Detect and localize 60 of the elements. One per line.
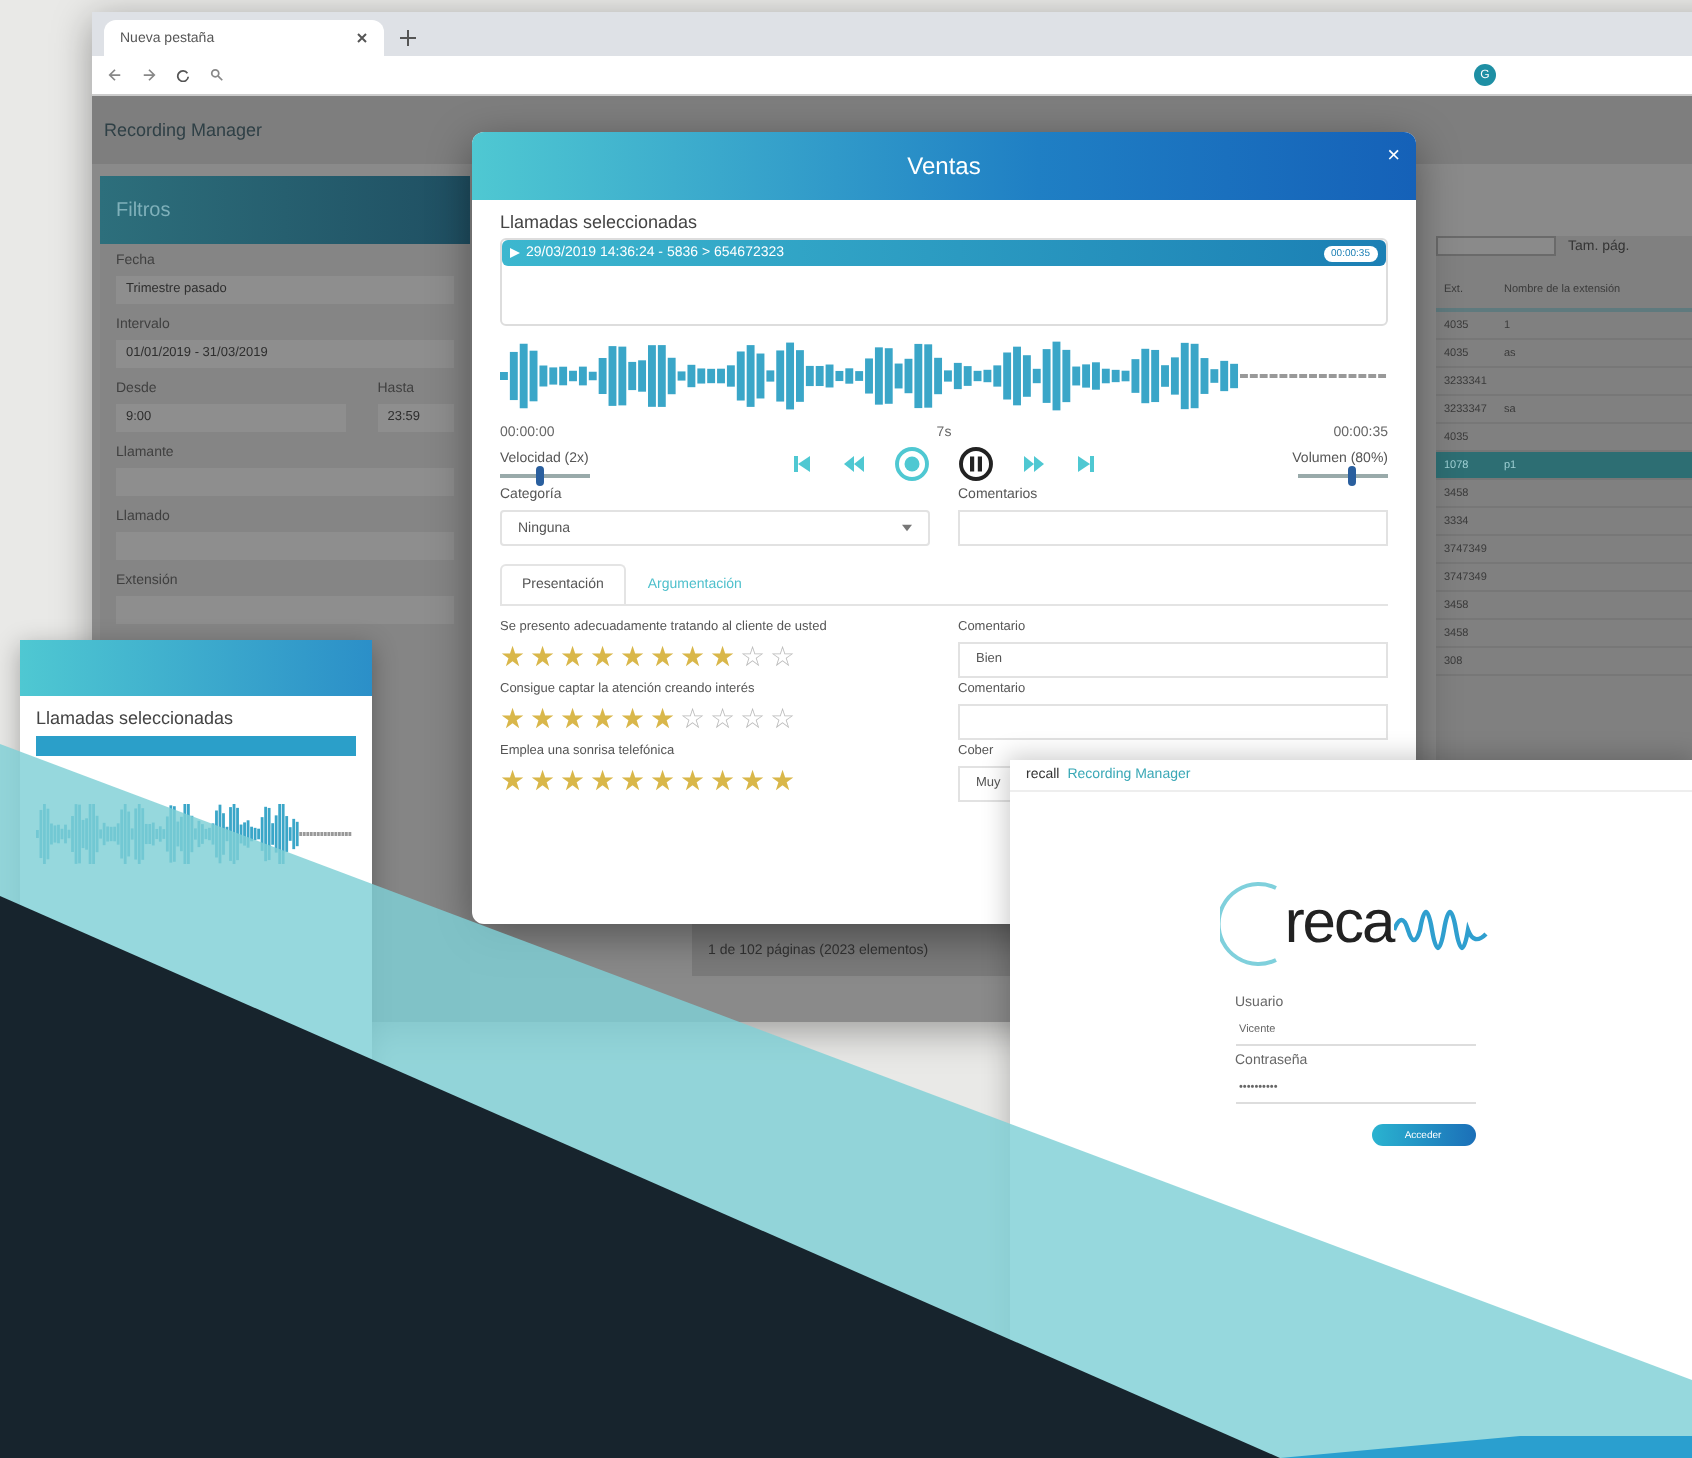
star-icon[interactable]: ★ bbox=[500, 704, 526, 732]
star-icon[interactable]: ★ bbox=[590, 704, 616, 732]
skip-back-icon[interactable] bbox=[790, 452, 814, 476]
slider-thumb[interactable] bbox=[1347, 465, 1356, 485]
star-icon[interactable]: ★ bbox=[650, 766, 676, 794]
star-icon[interactable]: ★ bbox=[710, 766, 736, 794]
close-button[interactable]: × bbox=[1387, 144, 1400, 168]
forward-icon[interactable] bbox=[142, 68, 156, 82]
plus-icon[interactable] bbox=[400, 30, 416, 46]
star-icon[interactable]: ☆ bbox=[740, 704, 766, 732]
star-icon[interactable]: ★ bbox=[590, 642, 616, 670]
star-icon[interactable]: ★ bbox=[710, 642, 736, 670]
star-icon[interactable]: ★ bbox=[560, 766, 586, 794]
star-icon[interactable]: ★ bbox=[620, 642, 646, 670]
comment-field[interactable] bbox=[958, 704, 1388, 740]
skip-forward-icon[interactable] bbox=[1074, 452, 1098, 476]
section-title: Llamadas seleccionadas bbox=[500, 212, 700, 232]
fast-forward-icon[interactable] bbox=[1022, 452, 1046, 476]
star-icon[interactable]: ★ bbox=[530, 766, 556, 794]
reload-icon[interactable] bbox=[176, 68, 190, 82]
search-field[interactable] bbox=[1436, 236, 1556, 256]
caret-icon bbox=[902, 524, 912, 532]
star-icon[interactable]: ★ bbox=[620, 766, 646, 794]
comments-field[interactable] bbox=[958, 510, 1388, 546]
star-icon[interactable]: ★ bbox=[500, 642, 526, 670]
filter-header: Filtros bbox=[100, 176, 470, 244]
star-icon[interactable]: ★ bbox=[560, 642, 586, 670]
search-icon bbox=[210, 68, 224, 82]
star-icon[interactable]: ★ bbox=[590, 766, 616, 794]
section-title: Llamadas seleccionadas bbox=[36, 708, 236, 728]
rewind-icon[interactable] bbox=[842, 452, 866, 476]
slider-thumb[interactable] bbox=[536, 465, 544, 485]
star-icon[interactable]: ★ bbox=[500, 766, 526, 794]
back-icon[interactable] bbox=[108, 68, 122, 82]
star-icon[interactable]: ☆ bbox=[770, 642, 796, 670]
star-icon[interactable]: ☆ bbox=[740, 642, 766, 670]
close-icon[interactable] bbox=[356, 32, 368, 44]
star-icon[interactable]: ★ bbox=[560, 704, 586, 732]
play-icon bbox=[510, 248, 520, 258]
star-icon[interactable]: ★ bbox=[530, 642, 556, 670]
star-icon[interactable]: ★ bbox=[770, 766, 796, 794]
star-rating[interactable]: ★★★★★★☆☆☆☆ bbox=[500, 704, 930, 732]
star-rating[interactable]: ★★★★★★★★★★ bbox=[500, 766, 930, 794]
dialog-header: Ventas × bbox=[472, 132, 1416, 200]
star-icon[interactable]: ☆ bbox=[710, 704, 736, 732]
star-icon[interactable]: ★ bbox=[650, 704, 676, 732]
star-icon[interactable]: ★ bbox=[650, 642, 676, 670]
pause-icon[interactable] bbox=[958, 446, 994, 482]
star-icon[interactable]: ☆ bbox=[680, 704, 706, 732]
star-icon[interactable]: ★ bbox=[620, 704, 646, 732]
call-row[interactable] bbox=[36, 736, 356, 756]
star-icon[interactable]: ★ bbox=[740, 766, 766, 794]
logo-text: reca bbox=[1284, 890, 1394, 958]
star-icon[interactable]: ★ bbox=[530, 704, 556, 732]
star-icon[interactable]: ★ bbox=[680, 642, 706, 670]
logo-ring-icon bbox=[1220, 880, 1281, 968]
star-rating[interactable]: ★★★★★★★★☆☆ bbox=[500, 642, 930, 670]
stop-icon[interactable] bbox=[894, 446, 930, 482]
star-icon[interactable]: ☆ bbox=[770, 704, 796, 732]
star-icon[interactable]: ★ bbox=[680, 766, 706, 794]
